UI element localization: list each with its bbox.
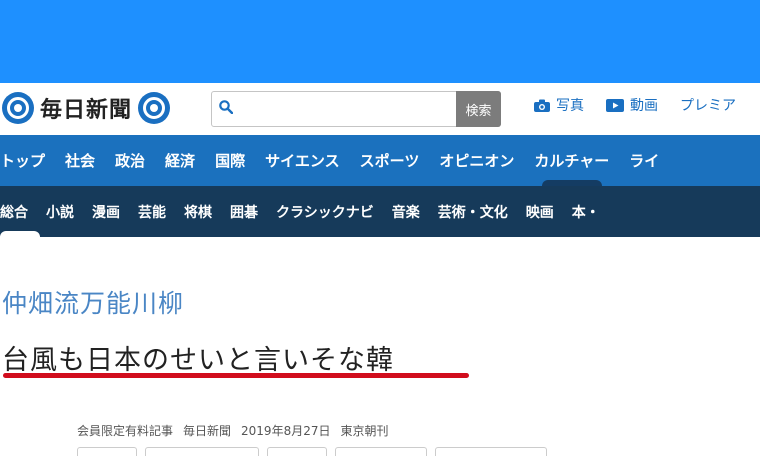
subnav-item[interactable]: 芸術・文化: [429, 186, 517, 237]
search-icon: [219, 100, 233, 114]
nav-item[interactable]: 社会: [55, 135, 105, 186]
search-input[interactable]: [242, 95, 456, 125]
subnav-item[interactable]: 囲碁: [221, 186, 267, 237]
meta-membership: 会員限定有料記事: [77, 424, 174, 438]
meta-publisher: 毎日新聞: [183, 424, 232, 438]
meta-date: 2019年8月27日: [241, 424, 331, 438]
subnav-item[interactable]: 音楽: [383, 186, 429, 237]
subnav-item[interactable]: 総合: [0, 186, 40, 237]
nav-item[interactable]: 政治: [105, 135, 155, 186]
header-links: 写真 動画 プレミア: [534, 95, 736, 115]
subnav-item[interactable]: 映画: [517, 186, 563, 237]
article-kicker[interactable]: 仲畑流万能川柳: [2, 284, 184, 320]
nav-item[interactable]: 国際: [205, 135, 255, 186]
photo-link[interactable]: 写真: [534, 95, 584, 115]
nav-item[interactable]: 経済: [155, 135, 205, 186]
search-button[interactable]: 検索: [456, 91, 501, 127]
nav-item[interactable]: トップ: [0, 135, 55, 186]
nav-item[interactable]: サイエンス: [255, 135, 350, 186]
premier-link[interactable]: プレミア: [680, 95, 736, 115]
video-link-label: 動画: [630, 98, 658, 114]
photo-link-label: 写真: [556, 98, 584, 114]
logo-text: 毎日新聞: [40, 97, 133, 123]
nav-item[interactable]: カルチャー: [524, 135, 619, 186]
primary-nav: トップ 社会 政治 経済 国際 サイエンス スポーツ オピニオン カルチャー ライ: [0, 135, 760, 186]
subnav-item[interactable]: 小説: [37, 186, 83, 237]
article-meta: 会員限定有料記事 毎日新聞 2019年8月27日 東京朝刊: [77, 422, 389, 439]
secondary-nav: 総合 小説 漫画 芸能 将棋 囲碁 クラシックナビ 音楽 芸術・文化 映画 本・: [0, 186, 760, 237]
subnav-item[interactable]: 本・: [563, 186, 609, 237]
article-headline: 台風も日本のせいと言いそな韓: [2, 345, 394, 376]
search-box: 検索: [211, 91, 501, 127]
video-link[interactable]: 動画: [606, 95, 658, 115]
meta-edition: 東京朝刊: [340, 424, 389, 438]
subnav-item[interactable]: 芸能: [129, 186, 175, 237]
nav-item[interactable]: ライ: [619, 135, 669, 186]
site-header: 毎日新聞 検索 写真 動画 プレミア: [0, 83, 760, 135]
headline-underline: [3, 373, 469, 378]
nav-item[interactable]: オピニオン: [429, 135, 524, 186]
logo-seal-icon: [2, 92, 34, 124]
camera-icon: [534, 99, 550, 112]
logo-seal-icon: [138, 92, 171, 124]
premier-link-label: プレミア: [680, 98, 736, 114]
subnav-item[interactable]: 将棋: [175, 186, 221, 237]
site-logo[interactable]: 毎日新聞: [2, 89, 171, 127]
top-color-band: [0, 0, 760, 83]
subnav-item[interactable]: クラシックナビ: [267, 186, 383, 237]
play-icon: [606, 98, 624, 112]
nav-item[interactable]: スポーツ: [350, 135, 430, 186]
subnav-item[interactable]: 漫画: [83, 186, 129, 237]
